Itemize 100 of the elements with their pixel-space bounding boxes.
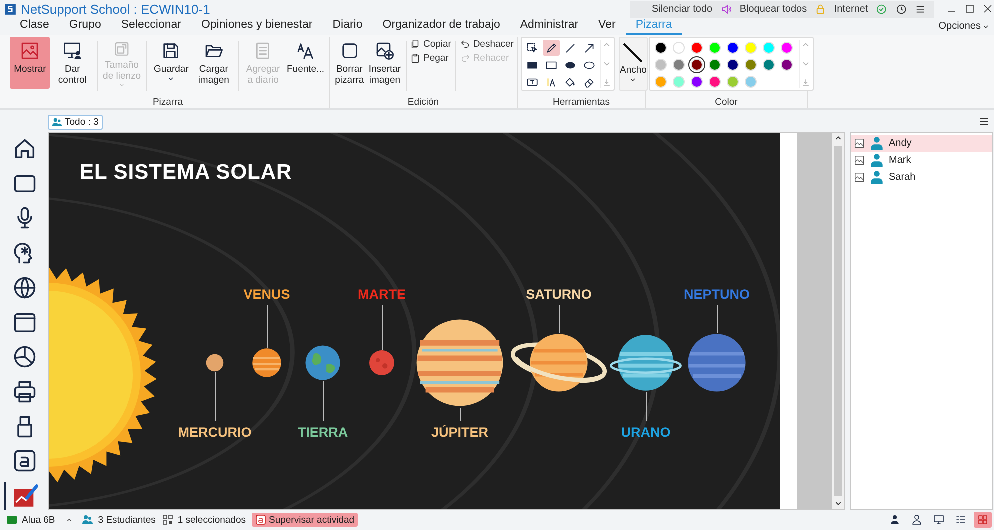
- mute-all-button[interactable]: Silenciar todo: [652, 4, 713, 14]
- planet-label: MARTE: [358, 286, 406, 302]
- redo-icon: [460, 53, 472, 64]
- vertical-scrollbar[interactable]: [832, 133, 844, 509]
- people-icon: [82, 514, 94, 526]
- color-swatch[interactable]: [745, 42, 757, 54]
- font-icon: [296, 41, 316, 61]
- scrollbar-thumb[interactable]: [834, 146, 842, 496]
- person-outline-icon: [911, 514, 923, 526]
- planet-label: TIERRA: [298, 424, 348, 440]
- menu-tab[interactable]: Administrar: [510, 18, 589, 35]
- group-label: Color: [714, 96, 739, 108]
- ribbon-button[interactable]: Mostrar: [10, 37, 50, 89]
- color-swatch[interactable]: [781, 42, 793, 54]
- user-avatar-icon: [870, 170, 884, 185]
- color-swatch[interactable]: [673, 42, 685, 54]
- image-icon: [854, 138, 865, 149]
- group-label: Pizarra: [152, 96, 184, 108]
- selection-count: 1 seleccionados: [178, 514, 246, 526]
- color-swatch[interactable]: [763, 42, 775, 54]
- internet-button[interactable]: Internet: [834, 4, 868, 14]
- student-row[interactable]: Mark: [851, 152, 992, 169]
- ribbon-button[interactable]: Deshacer: [460, 39, 514, 50]
- letter-a-icon: [255, 514, 267, 526]
- room-name: Alua 6B: [22, 514, 56, 526]
- color-swatch[interactable]: [727, 59, 739, 71]
- pie-chart-icon: [12, 344, 38, 370]
- filter-button[interactable]: Todo : 3: [48, 114, 103, 130]
- color-swatch[interactable]: [655, 76, 667, 88]
- monitor-icon: [933, 514, 945, 526]
- color-swatch[interactable]: [691, 76, 703, 88]
- selection-icon: [526, 42, 539, 54]
- options-button[interactable]: Opciones: [938, 21, 990, 32]
- list-icon: [955, 514, 967, 526]
- line-width-icon: [621, 41, 646, 65]
- ribbon-button[interactable]: Cargar imagen: [194, 37, 234, 89]
- menu-tab[interactable]: Opiniones y bienestar: [191, 18, 323, 35]
- menu-tab[interactable]: Diario: [322, 18, 373, 35]
- caret-icon: [629, 76, 638, 84]
- student-name: Andy: [889, 138, 912, 149]
- color-swatch[interactable]: [709, 59, 721, 71]
- square-icon: [340, 41, 360, 61]
- color-swatch[interactable]: [727, 42, 739, 54]
- color-swatch[interactable]: [763, 59, 775, 71]
- leader-line: [322, 381, 324, 421]
- menu-tab[interactable]: Seleccionar: [111, 18, 192, 35]
- image-plus-icon: [374, 41, 395, 61]
- color-swatch[interactable]: [691, 42, 703, 54]
- leader-line: [266, 305, 268, 348]
- ribbon-button[interactable]: Guardar: [151, 37, 192, 89]
- leader-line: [716, 305, 718, 333]
- student-row[interactable]: Andy: [851, 135, 992, 152]
- group-label: Edición: [406, 96, 440, 108]
- color-swatch[interactable]: [655, 59, 667, 71]
- lock-all-button[interactable]: Bloquear todos: [740, 4, 808, 14]
- planet-drawing: [369, 350, 395, 376]
- close-icon[interactable]: [982, 3, 994, 15]
- letter-a-icon: [12, 448, 38, 474]
- whiteboard-canvas[interactable]: EL SISTEMA SOLAR VENUS MARTE SATURNO NEPTUNO MERCURIO TIERRA JÚPITER URANO: [49, 133, 780, 509]
- ribbon-button[interactable]: Pegar: [410, 53, 452, 64]
- planet-label: MERCURIO: [178, 424, 252, 440]
- color-swatch[interactable]: [727, 76, 739, 88]
- room-icon: [6, 514, 18, 526]
- grid-icon: [977, 514, 989, 526]
- menu-tab[interactable]: Ver: [588, 18, 626, 35]
- ribbon-button[interactable]: Borrar pizarra: [333, 37, 366, 89]
- color-swatch[interactable]: [781, 59, 793, 71]
- ribbon-button[interactable]: Copiar: [410, 39, 452, 50]
- planet-drawing: [305, 345, 341, 381]
- ribbon-button[interactable]: Fuente...: [286, 37, 326, 89]
- color-swatch[interactable]: [691, 59, 703, 71]
- planet-label: VENUS: [244, 286, 290, 302]
- planet-label: JÚPITER: [431, 424, 488, 440]
- menu-tab[interactable]: Clase: [0, 18, 60, 35]
- menu-icon[interactable]: [978, 116, 990, 128]
- copy-icon: [410, 39, 422, 50]
- color-swatch[interactable]: [745, 59, 757, 71]
- menu-tab[interactable]: Grupo: [59, 18, 112, 35]
- leader-line: [214, 372, 216, 421]
- leader-line: [558, 305, 560, 333]
- tool-button[interactable]: [543, 40, 560, 56]
- student-row[interactable]: Sarah: [851, 169, 992, 186]
- pencil-icon: [545, 42, 558, 54]
- group-label: Herramientas: [552, 96, 612, 108]
- student-count: 3 Estudiantes: [98, 514, 156, 526]
- color-swatch[interactable]: [745, 76, 757, 88]
- menu-tab[interactable]: Organizador de trabajo: [372, 18, 510, 35]
- maximize-icon[interactable]: [964, 3, 976, 15]
- globe-icon: [12, 274, 38, 301]
- presentation-icon: [62, 41, 83, 61]
- printer-icon: [12, 379, 38, 405]
- color-swatch[interactable]: [655, 42, 667, 54]
- ribbon-button[interactable]: Insertar imagen: [368, 37, 402, 89]
- monitor-activity-button[interactable]: Supervisar actividad: [252, 513, 358, 527]
- width-button[interactable]: Ancho: [619, 37, 648, 91]
- color-swatch[interactable]: [709, 76, 721, 88]
- color-swatch[interactable]: [673, 59, 685, 71]
- color-swatch[interactable]: [709, 42, 721, 54]
- color-swatch[interactable]: [673, 76, 685, 88]
- ribbon-button[interactable]: Dar control: [52, 37, 93, 89]
